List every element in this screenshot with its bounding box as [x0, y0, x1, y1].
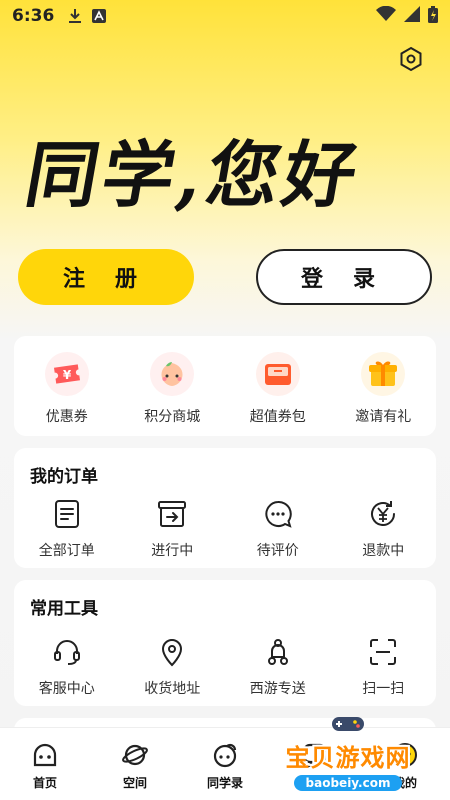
tool-label: 西游专送 — [249, 681, 306, 697]
tab-space[interactable]: 空间 — [90, 728, 180, 800]
gift-icon — [359, 350, 407, 398]
svg-text:¥: ¥ — [63, 368, 72, 382]
orders-card: 我的订单 全部订单 进行中 待评价 退款中 — [14, 448, 436, 568]
perk-invite-gift[interactable]: 邀请有礼 — [331, 350, 437, 426]
order-in-progress[interactable]: 进行中 — [120, 496, 226, 560]
signal-icon — [404, 6, 420, 26]
download-icon — [68, 8, 82, 24]
order-all[interactable]: 全部订单 — [14, 496, 120, 560]
tool-label: 扫一扫 — [362, 681, 405, 697]
watermark-text: 宝贝游戏网 — [285, 743, 411, 772]
order-label: 全部订单 — [38, 543, 95, 559]
coupon-icon: ¥ — [43, 350, 91, 398]
tools-grid: 客服中心 收货地址 西游专送 扫一扫 — [14, 634, 436, 698]
tool-delivery[interactable]: 西游专送 — [225, 634, 331, 698]
orders-title: 我的订单 — [30, 467, 98, 487]
tools-title: 常用工具 — [30, 599, 98, 619]
peach-icon — [148, 350, 196, 398]
tool-label: 收货地址 — [144, 681, 201, 697]
orders-grid: 全部订单 进行中 待评价 退款中 — [14, 496, 436, 560]
yen-refund-icon — [359, 496, 407, 532]
classmates-icon — [210, 740, 240, 770]
tool-customer-service[interactable]: 客服中心 — [14, 634, 120, 698]
tab-classmates[interactable]: 同学录 — [180, 728, 270, 800]
tab-home[interactable]: 首页 — [0, 728, 90, 800]
scooter-icon — [254, 634, 302, 670]
order-label: 进行中 — [151, 543, 194, 559]
status-right — [376, 5, 438, 27]
perks-grid: ¥ 优惠券 积分商城 超值券包 邀请有礼 — [14, 350, 436, 426]
home-face-icon — [30, 740, 60, 770]
tools-card: 常用工具 客服中心 收货地址 西游专送 扫一扫 — [14, 580, 436, 706]
hexagon-gear-icon — [398, 46, 424, 76]
app-notification-icon — [92, 9, 107, 23]
status-time: 6:36 — [12, 6, 55, 26]
login-button[interactable]: 登 录 — [256, 249, 432, 305]
chat-bubble-icon — [254, 496, 302, 532]
tool-scan[interactable]: 扫一扫 — [331, 634, 437, 698]
box-arrow-icon — [148, 496, 196, 532]
perk-label: 超值券包 — [249, 409, 306, 425]
greeting-title: 同学,您好 — [19, 131, 368, 217]
watermark-url: baobeiy.com — [293, 774, 403, 791]
headset-icon — [43, 634, 91, 670]
perk-points-mall[interactable]: 积分商城 — [120, 350, 226, 426]
tab-label: 首页 — [32, 776, 57, 790]
order-label: 退款中 — [362, 543, 405, 559]
document-icon — [43, 496, 91, 532]
perk-label: 积分商城 — [144, 409, 201, 425]
order-refunding[interactable]: 退款中 — [331, 496, 437, 560]
wifi-icon — [376, 5, 396, 26]
location-pin-icon — [148, 634, 196, 670]
status-bar: 6:36 — [0, 0, 450, 32]
tool-label: 客服中心 — [38, 681, 95, 697]
settings-button[interactable] — [398, 46, 424, 76]
perk-coupon-pack[interactable]: 超值券包 — [225, 350, 331, 426]
perk-coupon[interactable]: ¥ 优惠券 — [14, 350, 120, 426]
tab-label: 同学录 — [206, 776, 243, 790]
profile-screen: 6:36 同学,您好 注 册 登 录 ¥ 优惠券 积分商城 超值券包 邀请有礼 … — [0, 0, 450, 800]
planet-icon — [120, 740, 150, 770]
tool-shipping-address[interactable]: 收货地址 — [120, 634, 226, 698]
watermark: 宝贝游戏网 baobeiy.com — [268, 712, 428, 792]
order-to-review[interactable]: 待评价 — [225, 496, 331, 560]
perk-label: 邀请有礼 — [355, 409, 412, 425]
coupon-pack-icon — [254, 350, 302, 398]
gamepad-icon — [328, 714, 368, 738]
battery-icon — [428, 5, 438, 27]
scan-icon — [359, 634, 407, 670]
register-button[interactable]: 注 册 — [18, 249, 194, 305]
perks-card: ¥ 优惠券 积分商城 超值券包 邀请有礼 — [14, 336, 436, 436]
perk-label: 优惠券 — [45, 409, 88, 425]
order-label: 待评价 — [256, 543, 299, 559]
tab-label: 空间 — [122, 776, 147, 790]
